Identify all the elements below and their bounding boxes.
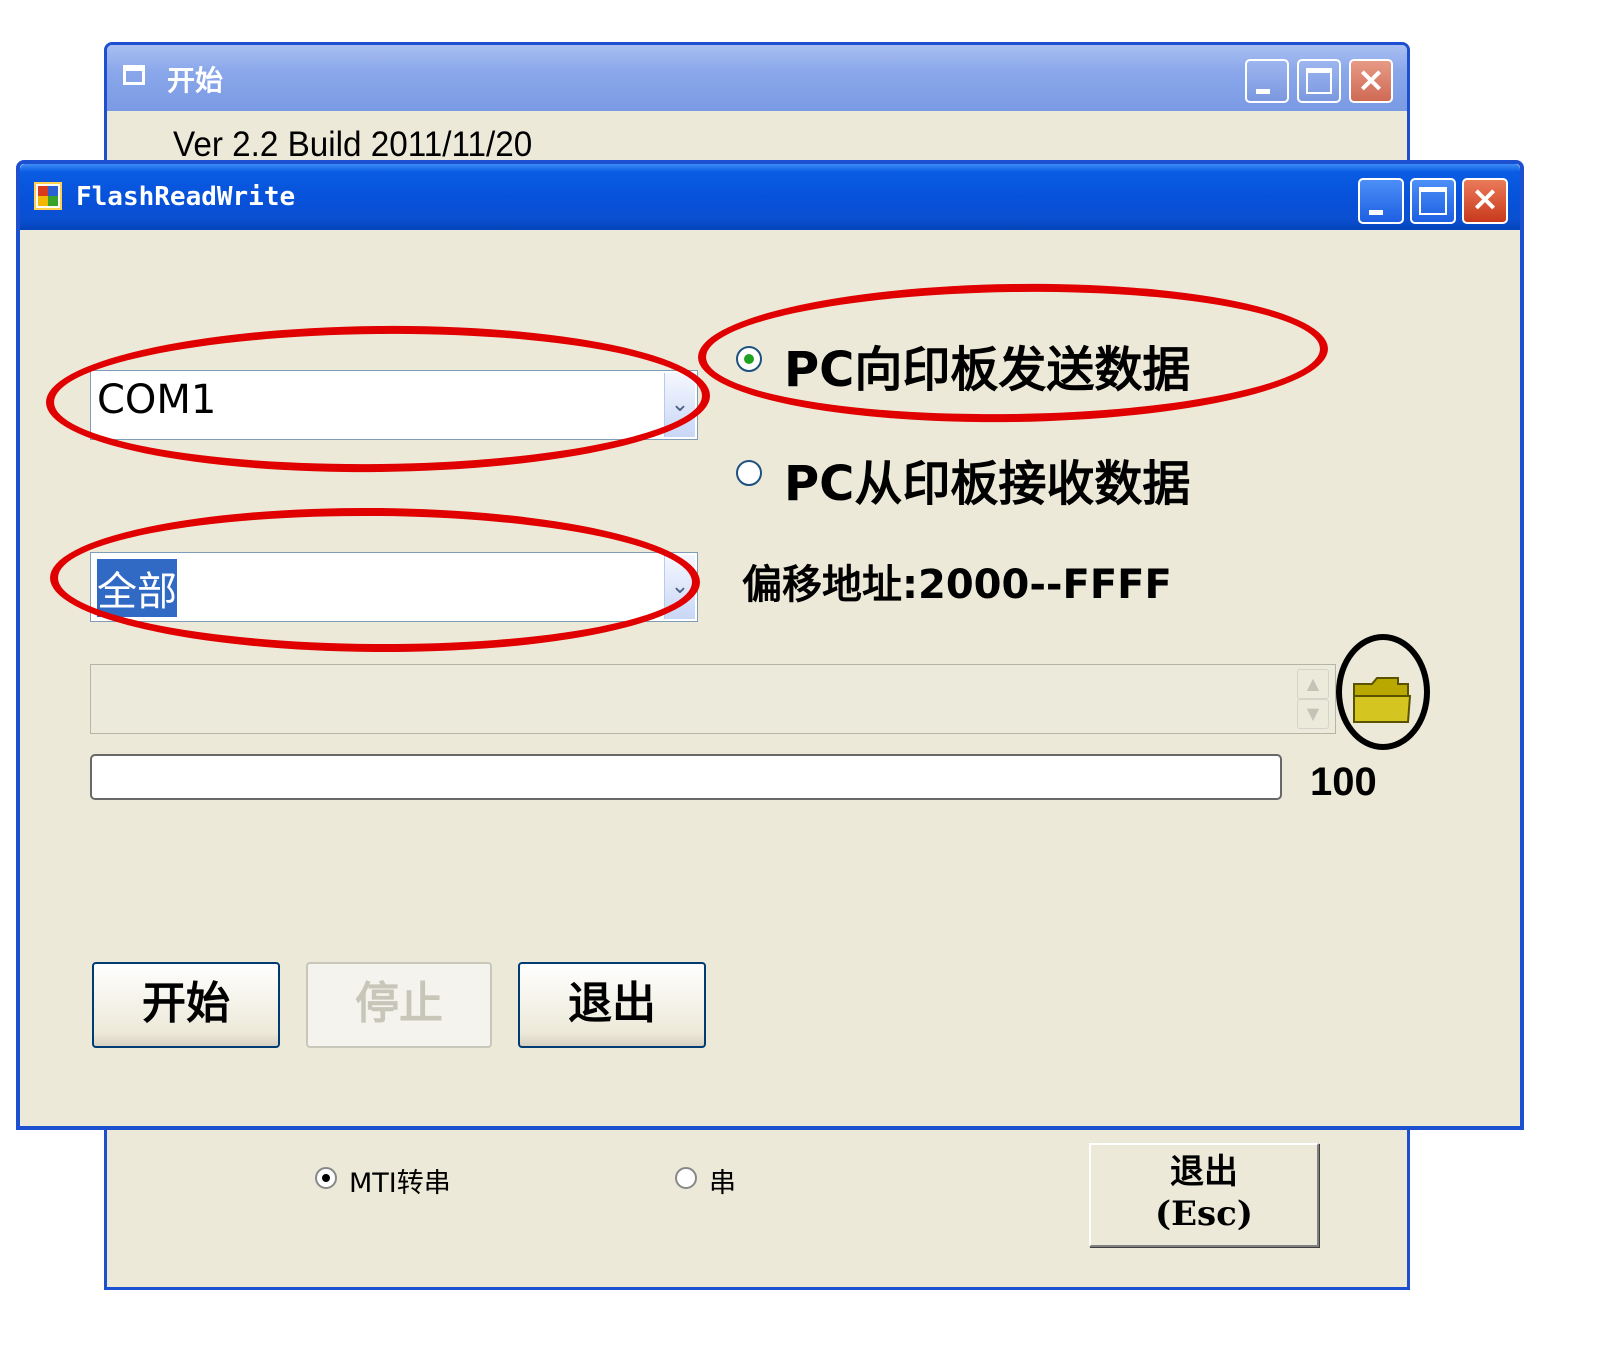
minimize-button[interactable] [1358,178,1404,224]
receive-data-label[interactable]: PC从印板接收数据 [784,444,1190,514]
app-icon-cell-yellow [38,196,48,206]
window-app-icon [123,65,145,85]
app-window-icon [34,182,62,210]
exit-esc-button[interactable]: 退出 (Esc) [1089,1143,1319,1247]
browse-folder-button[interactable] [1350,672,1414,728]
com-port-value: COM1 [97,377,217,423]
maximize-icon [1419,187,1447,215]
range-value: 全部 [97,559,177,617]
maximize-icon [1306,68,1332,94]
send-data-radio[interactable] [736,346,762,372]
com-port-select[interactable]: COM1 ⌄ [90,370,698,440]
folder-icon [1353,677,1412,723]
radio-dot [744,354,754,364]
range-select[interactable]: 全部 ⌄ [90,552,698,622]
start-window-titlebar[interactable]: 开始 × [107,45,1407,111]
flashreadwrite-window: FlashReadWrite × COM1 ⌄ 全部 ⌄ PC向印板发送数据 P… [16,160,1524,1130]
mti-radio[interactable] [315,1167,337,1189]
start-button[interactable]: 开始 [92,962,280,1048]
close-button[interactable]: × [1462,178,1508,224]
receive-data-radio[interactable] [736,460,762,486]
close-button[interactable]: × [1349,59,1393,103]
maximize-button[interactable] [1297,59,1341,103]
progress-bar [90,754,1282,800]
send-data-label[interactable]: PC向印板发送数据 [784,330,1190,400]
app-icon-cell-red [38,186,48,196]
progress-value-text: 100 [1310,760,1377,804]
chevron-down-icon[interactable]: ⌄ [664,555,695,619]
mti-radio-label: MTI转串 [349,1168,451,1199]
file-path-scroll-down[interactable]: ▼ [1297,699,1329,729]
file-path-scroll-up[interactable]: ▲ [1297,669,1329,699]
app-icon-cell-blue [48,186,58,196]
file-path-field[interactable]: ▲ ▼ [90,664,1336,734]
flashreadwrite-titlebar[interactable]: FlashReadWrite × [20,164,1520,230]
flashreadwrite-title: FlashReadWrite [76,182,296,212]
exit-button[interactable]: 退出 [518,962,706,1048]
version-text: Ver 2.2 Build 2011/11/20 [173,125,533,164]
serial-radio[interactable] [675,1167,697,1189]
start-window-title: 开始 [167,64,224,97]
minimize-icon [1256,89,1270,94]
close-icon: × [1356,60,1386,100]
exit-esc-label-line1: 退出 [1170,1152,1238,1192]
exit-esc-label-line2: (Esc) [1155,1194,1253,1234]
serial-radio-label: 串 [709,1168,736,1199]
stop-button[interactable]: 停止 [306,962,492,1048]
close-icon: × [1470,179,1500,219]
offset-address-label: 偏移地址:2000--FFFF [742,562,1172,608]
chevron-down-icon[interactable]: ⌄ [664,373,695,437]
minimize-icon [1369,210,1383,215]
minimize-button[interactable] [1245,59,1289,103]
app-icon-cell-green [48,196,58,206]
radio-dot [322,1174,330,1182]
maximize-button[interactable] [1410,178,1456,224]
